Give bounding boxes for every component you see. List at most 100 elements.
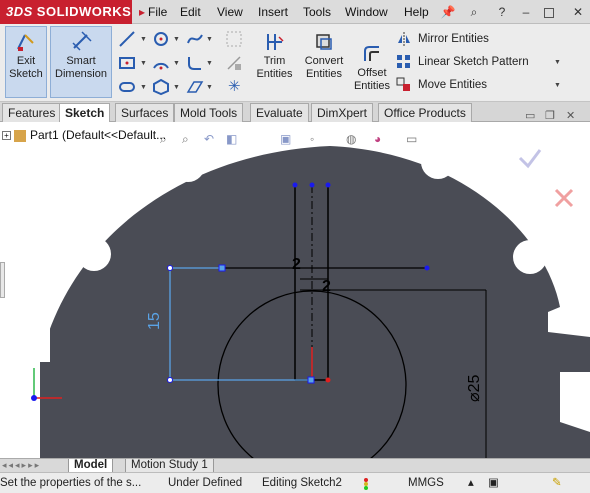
chevron-down-icon[interactable]: ▼	[140, 60, 147, 67]
confirm-check-icon[interactable]	[518, 149, 542, 169]
grid-icon[interactable]	[225, 30, 243, 48]
endpoint-red[interactable]	[325, 377, 331, 383]
tree-root-label[interactable]: Part1 (Default<<Default...	[30, 128, 166, 142]
rectangle-icon[interactable]	[118, 54, 136, 72]
display-delete-relations-icon[interactable]	[225, 54, 243, 72]
menu-file[interactable]: File	[148, 0, 167, 24]
point-icon[interactable]: ✳	[228, 78, 246, 96]
doc-minimize-icon[interactable]: ▭	[525, 109, 535, 122]
dimension-diameter-25[interactable]: ⌀25	[464, 375, 484, 402]
minimize-icon[interactable]: –	[518, 4, 534, 20]
chevron-down-icon[interactable]: ▼	[140, 84, 147, 91]
rebuild-indicator-icon[interactable]	[362, 477, 370, 490]
doc-close-icon[interactable]: ✕	[566, 109, 575, 122]
help-question-icon[interactable]: ?	[494, 4, 510, 20]
status-units[interactable]: MMGS	[408, 473, 444, 493]
chevron-down-icon[interactable]: ▼	[206, 84, 213, 91]
menu-edit[interactable]: Edit	[180, 0, 201, 24]
close-icon[interactable]: ✕	[570, 4, 586, 20]
convert-entities-button[interactable]: Convert Entities	[300, 26, 348, 98]
polygon-icon[interactable]	[152, 78, 170, 96]
plane-icon[interactable]	[186, 78, 204, 96]
restore-icon[interactable]	[544, 8, 554, 18]
notifications-icon[interactable]: ▣	[488, 473, 499, 493]
pin-icon[interactable]: 📌	[440, 4, 456, 20]
endpoint[interactable]	[309, 182, 315, 188]
tag-icon[interactable]: ✎	[552, 473, 562, 493]
cancel-x-icon[interactable]	[554, 188, 574, 208]
status-hint: Set the properties of the s...	[0, 477, 142, 489]
menu-view[interactable]: View	[217, 0, 243, 24]
endpoint[interactable]	[325, 182, 331, 188]
tab-dimxpert[interactable]: DimXpert	[311, 103, 374, 122]
endpoint-handle[interactable]	[218, 264, 226, 272]
search-icon[interactable]: ⌕	[466, 4, 482, 20]
arc-icon[interactable]	[152, 54, 170, 72]
part-face[interactable]	[40, 146, 590, 458]
previous-view-icon[interactable]: ↶	[204, 132, 214, 146]
sketch-fillet-icon[interactable]	[186, 54, 204, 72]
tab-model[interactable]: Model	[68, 459, 114, 473]
smart-dimension-button[interactable]: Smart Dimension	[50, 26, 112, 98]
move-entities-button[interactable]: Move Entities	[396, 74, 487, 96]
menu-help[interactable]: Help	[404, 0, 429, 24]
dimension-2-top[interactable]: 2	[292, 256, 301, 274]
sketch-canvas[interactable]	[0, 122, 590, 458]
chevron-down-icon[interactable]: ▼	[554, 59, 561, 66]
status-editing: Editing Sketch2	[262, 477, 342, 489]
hole-right	[513, 240, 547, 274]
chevron-down-icon[interactable]: ▼	[140, 36, 147, 43]
endpoint[interactable]	[424, 265, 430, 271]
tab-mold-tools[interactable]: Mold Tools	[174, 103, 244, 122]
origin-point[interactable]	[307, 376, 315, 384]
spline-icon[interactable]	[186, 30, 204, 48]
endpoint[interactable]	[167, 265, 173, 271]
hole-top-left	[171, 148, 205, 182]
units-menu-icon[interactable]: ▴	[468, 473, 474, 493]
chevron-down-icon[interactable]: ▼	[173, 60, 180, 67]
doc-restore-icon[interactable]: ❐	[545, 109, 555, 122]
endpoint[interactable]	[292, 182, 298, 188]
expand-toggle-icon[interactable]: +	[2, 131, 11, 141]
hide-show-icon[interactable]: ◍	[346, 132, 356, 146]
tab-sketch[interactable]: Sketch	[59, 103, 111, 123]
slot-icon[interactable]	[118, 78, 136, 96]
linear-sketch-pattern-button[interactable]: Linear Sketch Pattern	[396, 51, 529, 73]
menu-insert[interactable]: Insert	[258, 0, 288, 24]
tab-surfaces[interactable]: Surfaces	[115, 103, 175, 122]
mirror-entities-button[interactable]: Mirror Entities	[396, 28, 489, 50]
chevron-down-icon[interactable]: ▼	[206, 36, 213, 43]
tab-motion-study[interactable]: Motion Study 1	[125, 459, 214, 473]
command-manager: Exit Sketch Smart Dimension ▼ ▼ ▼ ▼ ▼ ▼ …	[0, 24, 590, 102]
line-icon[interactable]	[118, 30, 136, 48]
flyout-handle[interactable]	[0, 262, 5, 298]
status-definition: Under Defined	[168, 477, 243, 489]
circle-icon[interactable]	[152, 30, 170, 48]
chevron-down-icon[interactable]: ▼	[206, 60, 213, 67]
chevron-down-icon[interactable]: ▼	[173, 84, 180, 91]
graphics-area[interactable]: 2 2 15 ⌀25 ⌕ ⌕ ↶ ◧ ▣ ◦ ◍ ◕ ▭	[0, 122, 590, 458]
display-style-icon[interactable]: ◦	[310, 132, 314, 146]
tab-features[interactable]: Features	[2, 103, 62, 122]
dimension-2-lower[interactable]: 2	[322, 278, 331, 296]
view-settings-icon[interactable]: ▭	[406, 132, 417, 146]
exit-sketch-button[interactable]: Exit Sketch	[5, 26, 47, 98]
dimension-15[interactable]: 15	[146, 312, 164, 330]
tab-scroll-arrows[interactable]: ◂◂◂▸▸▸	[2, 460, 41, 471]
zoom-area-icon[interactable]: ⌕	[182, 132, 189, 147]
heads-up-view-toolbar: ⌕ ⌕ ↶ ◧ ▣ ◦ ◍ ◕ ▭	[160, 130, 417, 150]
chevron-down-icon[interactable]: ▼	[554, 82, 561, 89]
section-view-icon[interactable]: ◧	[226, 132, 237, 146]
menu-tools[interactable]: Tools	[303, 0, 331, 24]
appearance-icon[interactable]: ◕	[374, 132, 381, 146]
tab-office-products[interactable]: Office Products	[378, 103, 472, 122]
chevron-down-icon[interactable]: ▼	[173, 36, 180, 43]
trim-entities-button[interactable]: Trim Entities	[252, 26, 297, 98]
solidworks-logo[interactable]: 3DS SOLIDWORKS	[0, 0, 132, 24]
endpoint[interactable]	[167, 377, 173, 383]
tab-evaluate[interactable]: Evaluate	[250, 103, 309, 122]
title-bar: 3DS SOLIDWORKS ▸ File Edit View Insert To…	[0, 0, 590, 24]
view-orientation-icon[interactable]: ▣	[280, 132, 291, 146]
menu-window[interactable]: Window	[345, 0, 388, 24]
offset-entities-button[interactable]: Offset Entities	[350, 26, 394, 98]
